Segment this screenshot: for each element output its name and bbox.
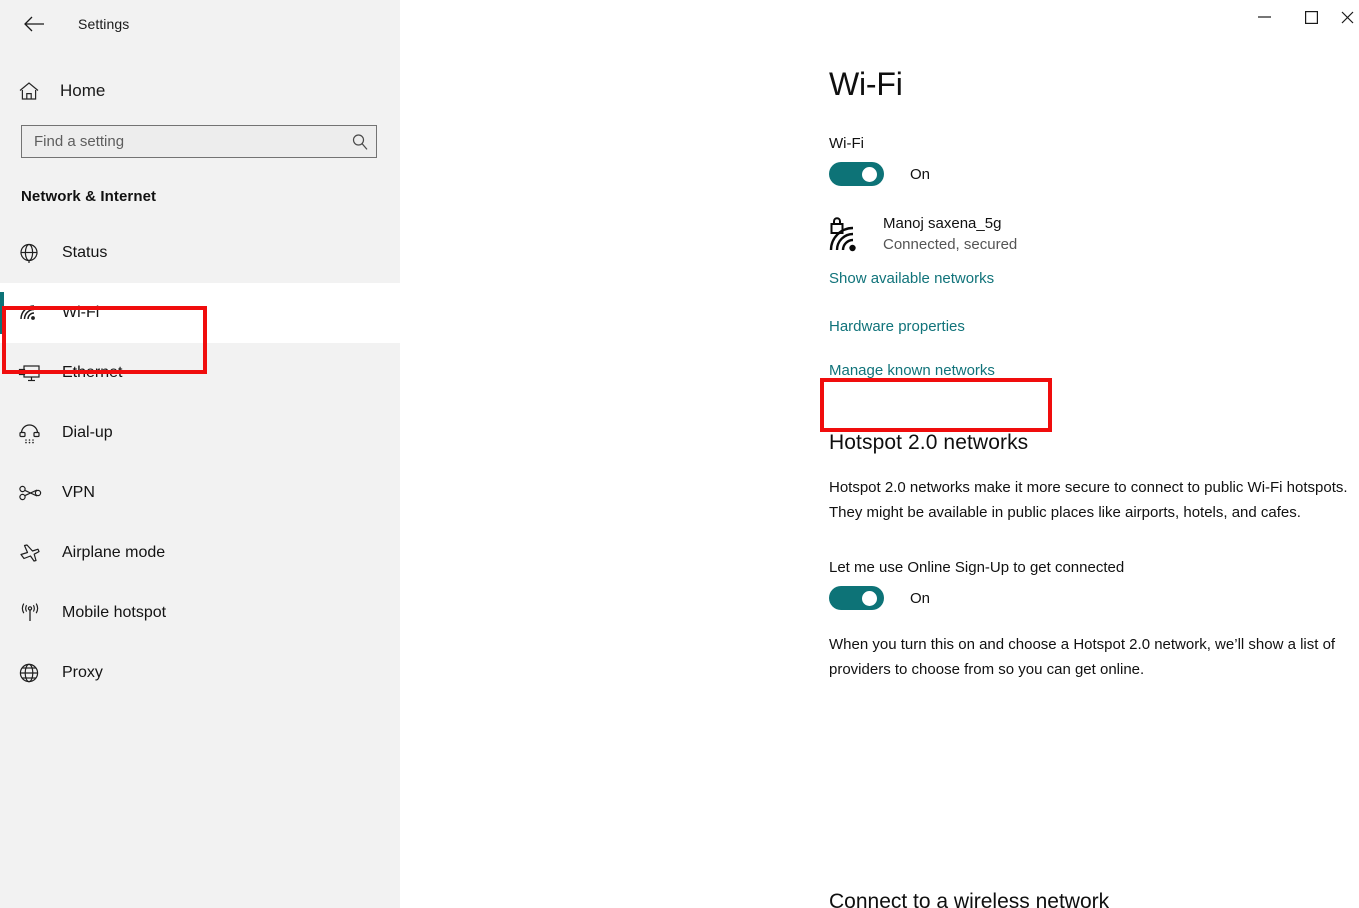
link-manage-known-networks[interactable]: Manage known networks xyxy=(829,361,995,381)
sidebar-item-label-dialup: Dial-up xyxy=(62,424,113,441)
network-links: Show available networks Hardware propert… xyxy=(829,269,1359,381)
wifi-toggle-state: On xyxy=(910,165,931,183)
sidebar-item-label-vpn: VPN xyxy=(62,484,95,501)
link-hardware-properties[interactable]: Hardware properties xyxy=(829,317,965,337)
wifi-toggle-label: Wi-Fi xyxy=(829,135,864,152)
sidebar-item-ethernet[interactable]: Ethernet xyxy=(0,343,400,403)
signup-description: When you turn this on and choose a Hotsp… xyxy=(829,636,1336,678)
toggle-knob xyxy=(862,590,877,606)
sidebar-item-mobile-hotspot[interactable]: Mobile hotspot xyxy=(0,583,400,643)
connected-network-row[interactable]: Manoj saxena_5g Connected, secured xyxy=(829,214,1359,255)
sidebar-item-vpn[interactable]: VPN xyxy=(0,463,400,523)
wifi-toggle-switch[interactable] xyxy=(829,162,884,186)
dialup-icon xyxy=(18,423,48,444)
home-icon xyxy=(18,81,44,101)
sidebar-item-home[interactable]: Home xyxy=(0,70,400,112)
network-text: Manoj saxena_5g Connected, secured xyxy=(883,214,1017,255)
link-show-available-networks[interactable]: Show available networks xyxy=(829,269,994,289)
sidebar-item-label-ethernet: Ethernet xyxy=(62,364,123,381)
content-body: Wi-Fi On Manoj saxena_5g Connected, secu… xyxy=(400,135,1359,682)
sidebar-item-label-airplane-mode: Airplane mode xyxy=(62,544,166,561)
sidebar-item-label-wifi: Wi-Fi xyxy=(62,304,100,321)
title-bar: Settings xyxy=(0,0,400,48)
sidebar-item-wifi[interactable]: Wi-Fi xyxy=(0,283,400,343)
signup-toggle-state: On xyxy=(910,589,931,607)
vpn-icon xyxy=(18,484,48,502)
wifi-icon xyxy=(18,303,48,323)
toggle-knob xyxy=(862,166,877,182)
minimize-button[interactable] xyxy=(1241,0,1288,34)
sidebar-item-label-mobile-hotspot: Mobile hotspot xyxy=(62,604,167,621)
close-button[interactable] xyxy=(1335,0,1359,34)
window-title: Settings xyxy=(78,16,130,32)
search-box[interactable] xyxy=(21,125,377,158)
hotspot-heading: Hotspot 2.0 networks xyxy=(829,431,1029,454)
network-status: Connected, secured xyxy=(883,236,1018,253)
back-arrow-icon[interactable] xyxy=(14,8,54,40)
sidebar-item-label-home: Home xyxy=(60,81,106,100)
network-name: Manoj saxena_5g xyxy=(883,215,1002,232)
hotspot-icon xyxy=(18,602,48,624)
ethernet-icon xyxy=(18,363,48,384)
maximize-button[interactable] xyxy=(1288,0,1335,34)
sidebar-item-proxy[interactable]: Proxy xyxy=(0,643,400,703)
sidebar-item-status[interactable]: Status xyxy=(0,223,400,283)
sidebar: Settings Home Network & Internet xyxy=(0,0,400,908)
sidebar-item-airplane-mode[interactable]: Airplane mode xyxy=(0,523,400,583)
sidebar-nav-list: Status Wi-Fi Ethernet Dial-up VPN Airpla… xyxy=(0,223,400,703)
wifi-toggle-row: On xyxy=(829,162,1359,186)
connect-wireless-heading: Connect to a wireless network xyxy=(829,890,1110,908)
airplane-icon xyxy=(18,542,48,564)
link-row-manage-known: Manage known networks xyxy=(829,361,1359,381)
wifi-secured-icon xyxy=(829,214,871,254)
sidebar-item-label-proxy: Proxy xyxy=(62,664,103,681)
page-title: Wi-Fi xyxy=(829,66,903,102)
sidebar-item-dialup[interactable]: Dial-up xyxy=(0,403,400,463)
signup-toggle-row: On xyxy=(829,586,1359,610)
link-row-show-available: Show available networks xyxy=(829,269,1359,289)
search-icon[interactable] xyxy=(344,133,376,151)
signup-label: Let me use Online Sign-Up to get connect… xyxy=(829,559,1125,576)
link-row-hardware-properties: Hardware properties xyxy=(829,317,1359,337)
signup-toggle-switch[interactable] xyxy=(829,586,884,610)
search-input[interactable] xyxy=(22,133,344,150)
window-controls xyxy=(1241,0,1359,34)
main-content: Wi-Fi Wi-Fi On Manoj saxena_5g Connected… xyxy=(400,0,1359,908)
sidebar-category-title: Network & Internet xyxy=(21,188,157,205)
settings-window: Settings Home Network & Internet xyxy=(0,0,1359,908)
globe-icon xyxy=(18,242,48,264)
hotspot-description: Hotspot 2.0 networks make it more secure… xyxy=(829,479,1348,521)
sidebar-item-label-status: Status xyxy=(62,244,108,261)
globe-icon xyxy=(18,662,48,684)
